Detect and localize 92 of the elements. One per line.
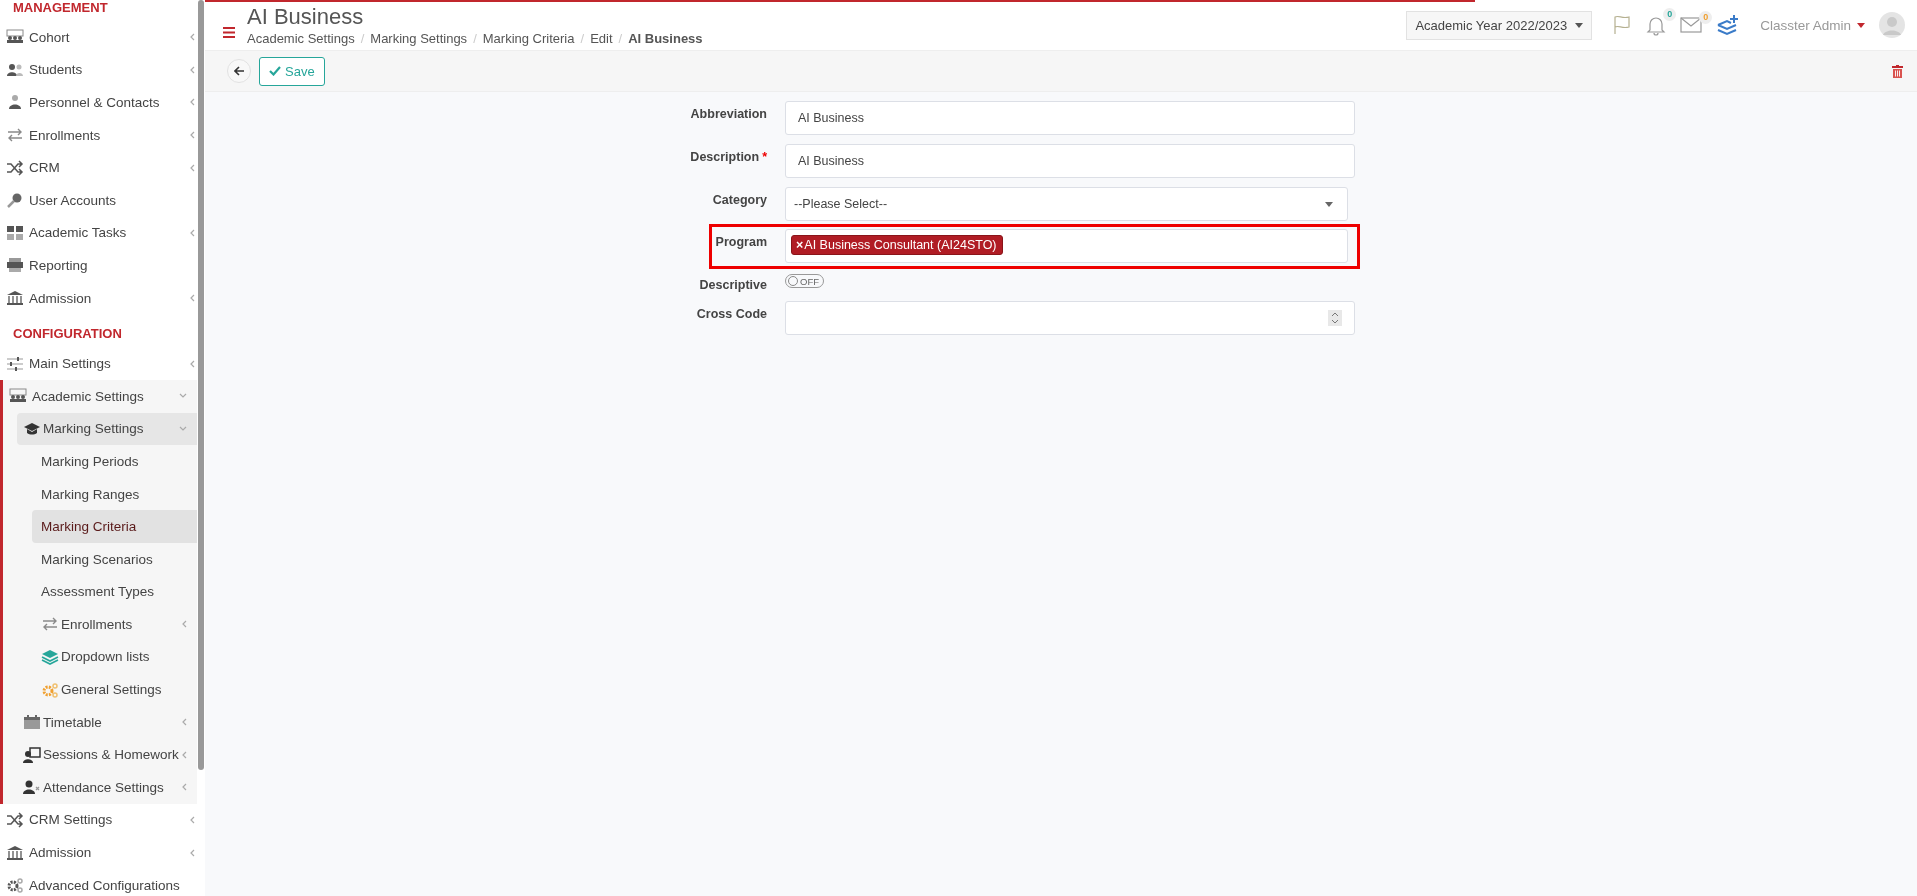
sidebar-item[interactable]: Advanced Configurations (0, 868, 205, 896)
layers-plus-icon[interactable] (1716, 13, 1741, 37)
breadcrumb-separator: / (473, 31, 477, 46)
breadcrumb-link[interactable]: Academic Settings (247, 31, 355, 46)
sidebar-item[interactable]: Assessment Types (3, 575, 197, 609)
sidebar-item[interactable]: Marking Criteria (32, 510, 197, 543)
users-icon (6, 61, 24, 78)
sidebar-item[interactable]: Admission (0, 281, 205, 315)
gears-icon (41, 681, 59, 698)
avatar-icon[interactable] (1879, 12, 1905, 38)
sidebar-item[interactable]: Marking Periods (3, 445, 197, 478)
breadcrumb-link[interactable]: Edit (590, 31, 613, 46)
sidebar-item[interactable]: Timetable (3, 705, 197, 739)
academic-year-dropdown[interactable]: Academic Year 2022/2023 (1406, 10, 1593, 40)
gears-icon (6, 877, 24, 894)
breadcrumb-current: AI Business (628, 31, 703, 46)
notification-count-badge: 0 (1663, 8, 1677, 21)
sidebar-item[interactable]: Marking Ranges (3, 477, 197, 511)
sidebar-item[interactable]: Students (0, 53, 205, 87)
field-label: Category (712, 193, 767, 207)
arrows-icon (41, 616, 59, 633)
sidebar-item[interactable]: General Settings (3, 673, 197, 706)
person-icon (6, 94, 24, 111)
sidebar-item[interactable]: Cohort (0, 21, 205, 54)
caret-down-icon (1325, 201, 1333, 207)
sliders-icon (6, 355, 24, 372)
person-x-icon (23, 779, 41, 796)
sidebar-item[interactable]: Reporting (0, 249, 205, 282)
calendar-icon (23, 714, 41, 731)
breadcrumb-separator: / (360, 31, 365, 46)
breadcrumb-link[interactable]: Marking Criteria (482, 31, 575, 46)
sidebar-item[interactable]: Academic Tasks (0, 216, 205, 250)
sidebar-item[interactable]: Main Settings (0, 347, 205, 380)
graduation-cap-icon (23, 420, 41, 437)
group-icon (9, 388, 27, 405)
flag-icon[interactable] (1612, 15, 1633, 35)
field-label: Program (715, 235, 767, 249)
presenter-icon (23, 746, 41, 763)
sidebar-item[interactable]: CRM Settings (0, 803, 205, 837)
bell-icon[interactable] (1646, 14, 1667, 36)
layers-icon (41, 649, 59, 665)
sidebar-item[interactable]: Personnel & Contacts (0, 86, 205, 119)
field-label: Cross Code (696, 307, 767, 321)
sidebar-item[interactable]: Academic Settings (3, 379, 197, 413)
shuffle-icon (6, 811, 24, 828)
required-mark: * (762, 150, 767, 164)
sidebar-item[interactable]: Marking Settings (17, 412, 197, 446)
trash-icon[interactable] (1892, 64, 1903, 78)
spinner-icon (1328, 310, 1342, 326)
page-title: AI Business (247, 4, 365, 30)
back-button[interactable] (227, 59, 251, 83)
scrollbar[interactable] (198, 0, 204, 770)
sidebar-item[interactable]: Enrollments (0, 118, 205, 152)
message-count-badge: 0 (1699, 11, 1713, 24)
section-heading: CONFIGURATION (12, 326, 123, 344)
breadcrumb-separator: / (580, 31, 585, 46)
key-icon (6, 192, 24, 209)
group-icon (6, 29, 24, 46)
envelope-icon[interactable] (1680, 17, 1703, 33)
tag-label: AI Business Consultant (AI24STO) (804, 238, 997, 252)
program-tag[interactable]: ×AI Business Consultant (AI24STO) (791, 235, 1003, 255)
text-field[interactable]: AI Business (785, 101, 1355, 135)
menu-icon[interactable] (223, 26, 235, 38)
sidebar-item[interactable]: Marking Scenarios (3, 542, 197, 576)
arrow-left-icon (233, 66, 245, 76)
arrows-icon (6, 127, 24, 144)
sidebar-item[interactable]: User Accounts (0, 183, 205, 217)
field-label: Description (690, 150, 760, 164)
caret-down-icon (1857, 22, 1865, 28)
text-field[interactable]: AI Business (785, 144, 1355, 178)
sidebar-item[interactable]: Dropdown lists (3, 640, 197, 674)
shuffle-icon (6, 159, 24, 176)
breadcrumb-link[interactable]: Marking Settings (370, 31, 468, 46)
field-label: Descriptive (699, 278, 767, 292)
sidebar-item[interactable]: Attendance Settings (3, 771, 197, 804)
caret-down-icon (1575, 22, 1584, 28)
number-field[interactable] (785, 301, 1355, 335)
remove-tag-button[interactable]: × (796, 238, 804, 252)
checkmark-icon (269, 66, 281, 76)
tag-field[interactable]: ×AI Business Consultant (AI24STO) (785, 229, 1348, 263)
select-field[interactable]: --Please Select-- (785, 187, 1348, 221)
field-label: Abbreviation (690, 107, 767, 121)
sidebar-item[interactable]: Sessions & Homework (3, 738, 197, 772)
bank-icon (6, 290, 24, 307)
sidebar-item[interactable]: Enrollments (3, 608, 197, 641)
bank-icon (6, 844, 24, 861)
sidebar-item[interactable]: CRM (0, 151, 205, 184)
section-heading: MANAGEMENT (12, 0, 109, 17)
grid-icon (6, 224, 24, 241)
breadcrumb-separator: / (618, 31, 623, 46)
sidebar-item[interactable]: Admission (0, 836, 205, 869)
printer-icon (6, 257, 24, 274)
